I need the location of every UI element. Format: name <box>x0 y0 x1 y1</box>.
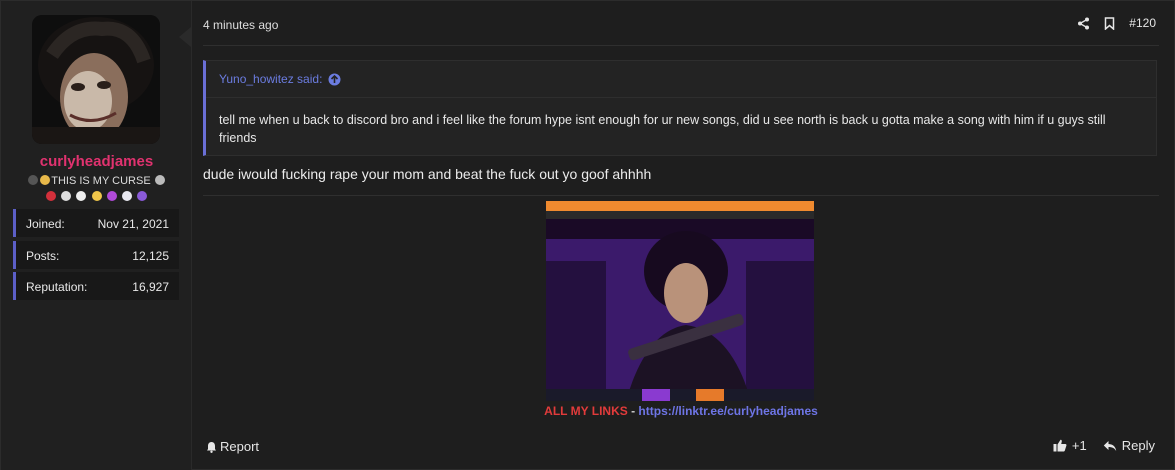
report-button[interactable]: Report <box>206 439 259 454</box>
horns-hand-icon <box>91 191 102 201</box>
reply-icon <box>1103 440 1116 451</box>
like-button[interactable]: +1 <box>1053 438 1087 453</box>
stat-value: Nov 21, 2021 <box>97 217 169 231</box>
drop-icon <box>46 191 57 201</box>
share-icon[interactable] <box>1077 17 1090 30</box>
arrow-up-circle-icon[interactable] <box>328 73 341 86</box>
stat-joined: Joined: Nov 21, 2021 <box>13 209 179 237</box>
user-column: curlyheadjames THIS IS MY CURSE Joined: … <box>1 1 192 470</box>
links-separator: - <box>631 404 636 418</box>
report-label: Report <box>220 439 260 454</box>
stat-reputation: Reputation: 16,927 <box>13 272 179 300</box>
stat-value: 16,927 <box>132 280 169 294</box>
quote-block: Yuno_howitez said: tell me when u back t… <box>203 60 1157 156</box>
knife-icon <box>154 175 165 185</box>
links-label: ALL MY LINKS <box>544 404 628 418</box>
alien-icon <box>136 191 147 201</box>
post-number[interactable]: #120 <box>1129 16 1156 30</box>
devil-icon <box>106 191 117 201</box>
pill-icon <box>40 175 51 185</box>
quote-author[interactable]: Yuno_howitez said: <box>219 72 322 86</box>
skull-icon <box>76 191 87 201</box>
bookmark-icon[interactable] <box>1104 16 1115 30</box>
ghost-icon <box>121 191 132 201</box>
reply-label: Reply <box>1121 438 1155 453</box>
user-title: THIS IS MY CURSE <box>11 173 182 205</box>
signature-divider <box>203 195 1159 196</box>
stat-label: Posts: <box>26 249 60 263</box>
linktree-link[interactable]: https://linktr.ee/curlyheadjames <box>638 404 817 418</box>
signature-links: ALL MY LINKS - https://linktr.ee/curlyhe… <box>1 404 1175 418</box>
post-header-actions: #120 <box>1077 16 1156 30</box>
avatar[interactable] <box>32 15 160 144</box>
like-count: +1 <box>1071 438 1087 453</box>
crossbones-icon <box>61 191 72 201</box>
stat-label: Joined: <box>26 217 65 231</box>
username[interactable]: curlyheadjames <box>1 153 192 170</box>
quote-text: tell me when u back to discord bro and i… <box>219 113 1106 145</box>
quote-header[interactable]: Yuno_howitez said: <box>219 72 341 86</box>
thumbs-up-icon <box>1053 439 1067 452</box>
header-divider <box>203 45 1159 46</box>
stat-label: Reputation: <box>26 280 88 294</box>
quote-divider <box>206 97 1156 98</box>
stat-posts[interactable]: Posts: 12,125 <box>13 241 179 269</box>
forum-post: curlyheadjames THIS IS MY CURSE Joined: … <box>0 0 1175 470</box>
reply-button[interactable]: Reply <box>1103 438 1155 453</box>
heart-icon <box>28 175 39 185</box>
post-message: dude iwould fucking rape your mom and be… <box>203 166 652 182</box>
post-timestamp[interactable]: 4 minutes ago <box>203 18 278 32</box>
signature-image <box>546 201 814 401</box>
user-title-text: THIS IS MY CURSE <box>51 175 151 187</box>
post-footer-actions: +1 Reply <box>1053 438 1155 453</box>
bell-icon <box>207 441 216 453</box>
message-arrow <box>179 27 191 47</box>
stat-value[interactable]: 12,125 <box>132 249 169 263</box>
